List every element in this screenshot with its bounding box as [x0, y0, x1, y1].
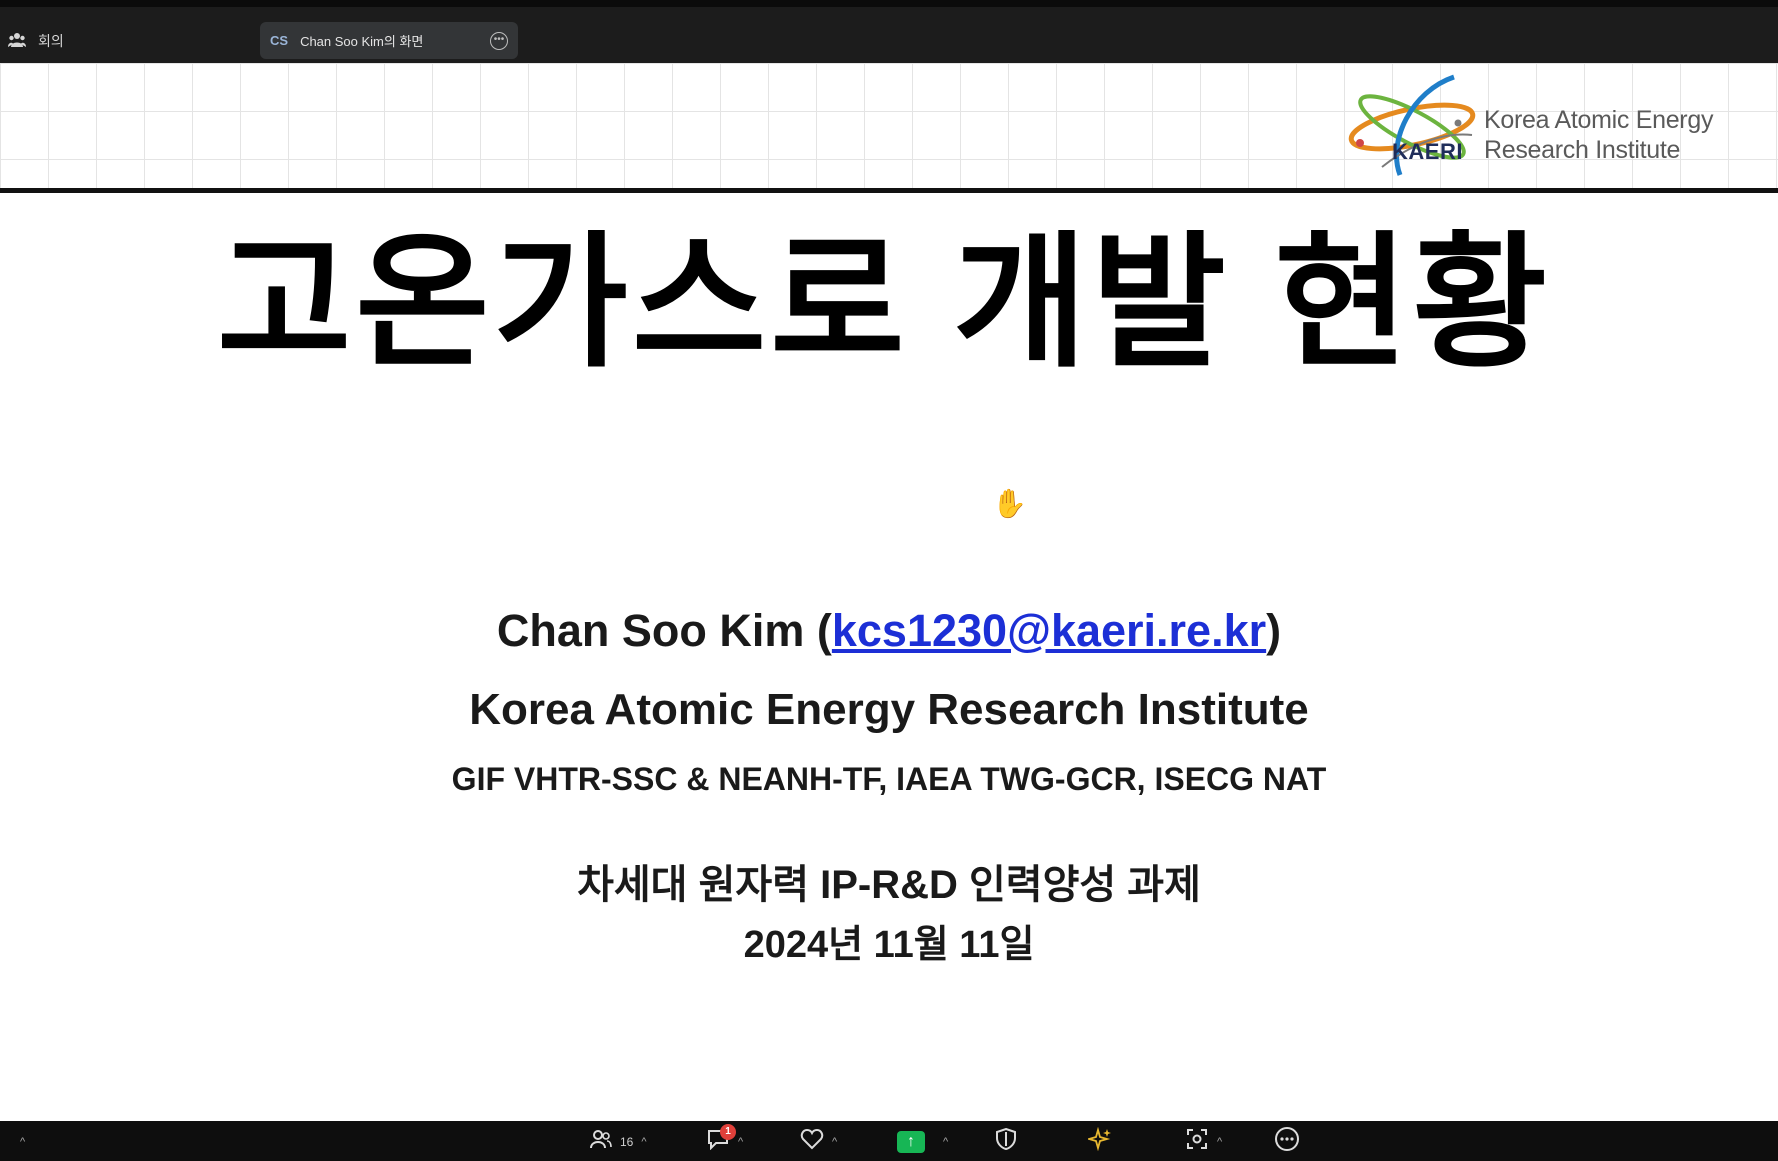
shield-icon	[996, 1127, 1016, 1156]
logo-name-line1: Korea Atomic Energy	[1484, 106, 1714, 134]
chevron-up-icon: ^	[20, 1136, 26, 1148]
author-paren-close: )	[1266, 605, 1282, 656]
share-title: Chan Soo Kim의 화면	[300, 34, 424, 49]
meeting-tab[interactable]: 회의	[8, 29, 64, 53]
meeting-toolbar: ^ 16 ^ 1 ^ ^ ↑ ^ ^	[0, 1121, 1778, 1161]
meeting-top-bar: 회의 CS Chan Soo Kim의 화면 •••	[0, 0, 1778, 63]
logo-institute-name: Korea Atomic Energy Research Institute	[1484, 105, 1713, 165]
sparkle-icon	[1085, 1126, 1112, 1157]
hand-cursor-icon: ✋	[992, 488, 1027, 519]
meeting-label: 회의	[38, 33, 64, 49]
reactions-button[interactable]: ^	[800, 1128, 837, 1156]
kaeri-logo: KAERI Korea Atomic Energy Research Insti…	[1342, 71, 1762, 183]
slide-title: 고온가스로 개발 현황	[216, 221, 1551, 384]
author-email-link[interactable]: kcs1230@kaeri.re.kr	[832, 605, 1266, 656]
author-name: Chan Soo Kim	[496, 605, 805, 656]
chevron-up-icon[interactable]: ^	[641, 1136, 646, 1148]
heart-icon	[800, 1128, 824, 1156]
chat-button[interactable]: 1 ^	[706, 1124, 743, 1156]
chat-unread-badge: 1	[720, 1124, 736, 1140]
presentation-date: 2024년 11월 11일	[743, 924, 1035, 966]
apps-icon	[1185, 1127, 1209, 1157]
committee-roles: GIF VHTR-SSC & NEANH-TF, IAEA TWG-GCR, I…	[451, 761, 1327, 797]
project-name: 차세대 원자력 IP-R&D 인력양성 과제	[577, 863, 1201, 907]
participants-count: 16	[620, 1135, 634, 1149]
share-screen-icon: ↑	[897, 1131, 925, 1153]
participants-button[interactable]: 16 ^	[590, 1128, 647, 1156]
participants-icon	[590, 1129, 612, 1155]
chevron-up-icon[interactable]: ^	[832, 1136, 837, 1148]
atom-logo-icon	[1348, 74, 1476, 176]
slide-header: KAERI Korea Atomic Energy Research Insti…	[0, 63, 1778, 193]
toolbar-left-caret[interactable]: ^	[20, 1128, 25, 1156]
more-options-icon	[1274, 1126, 1300, 1158]
chevron-up-icon[interactable]: ^	[1217, 1136, 1222, 1148]
share-screen-button[interactable]: ↑ ^	[897, 1128, 948, 1156]
chat-icon: 1	[706, 1124, 736, 1156]
presenter-initials: CS	[270, 33, 289, 48]
shared-slide: KAERI Korea Atomic Energy Research Insti…	[0, 63, 1778, 1121]
chevron-up-icon[interactable]: ^	[943, 1136, 948, 1148]
security-button[interactable]	[996, 1127, 1016, 1156]
more-icon[interactable]: •••	[490, 31, 508, 50]
ai-companion-button[interactable]	[1085, 1126, 1112, 1157]
screen-share-tab[interactable]: CS Chan Soo Kim의 화면 •••	[260, 22, 518, 59]
logo-abbreviation: KAERI	[1392, 139, 1463, 164]
organization: Korea Atomic Energy Research Institute	[469, 685, 1309, 734]
chevron-up-icon[interactable]: ^	[738, 1136, 743, 1148]
author-paren-open: (	[804, 605, 832, 656]
author-line: Chan Soo Kim (kcs1230@kaeri.re.kr)	[0, 603, 1778, 659]
logo-name-line2: Research Institute	[1484, 136, 1681, 164]
people-icon	[8, 32, 26, 51]
apps-button[interactable]: ^	[1185, 1128, 1222, 1156]
more-button[interactable]	[1274, 1126, 1300, 1158]
